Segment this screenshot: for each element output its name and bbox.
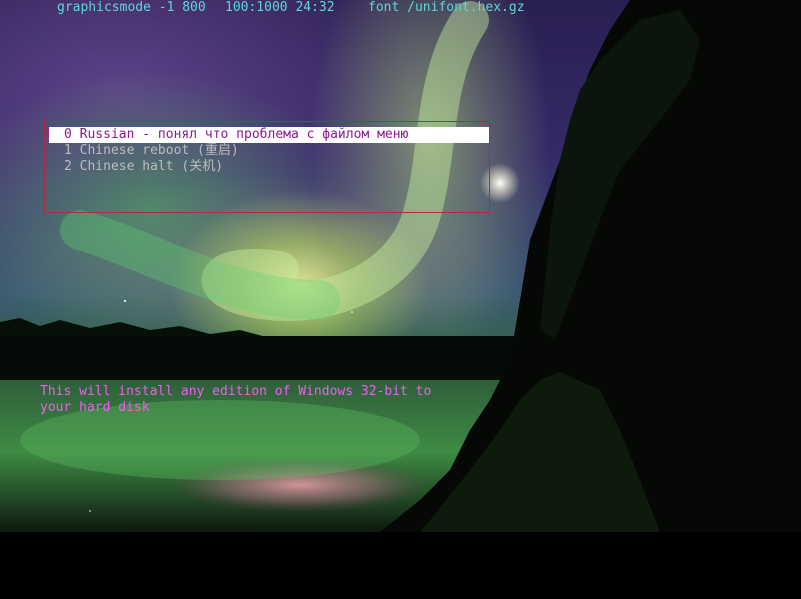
aurora-background-image (0, 0, 801, 532)
menu-item-description: This will install any edition of Windows… (40, 384, 470, 416)
boot-menu: 0 Russian - понял что проблема с файлом … (44, 121, 490, 213)
menu-item-chinese-reboot[interactable]: 1 Chinese reboot (重启) (49, 143, 489, 159)
resolution-timer-text: 100:1000 24:32 (225, 0, 335, 15)
font-path-text: font /unifont.hex.gz (368, 0, 525, 15)
landscape-silhouette (0, 0, 801, 532)
graphics-mode-text: graphicsmode -1 800 (57, 0, 206, 15)
description-line-2: your hard disk (40, 400, 150, 415)
menu-item-chinese-halt[interactable]: 2 Chinese halt (关机) (49, 159, 489, 175)
grub4dos-screen: graphicsmode -1 800 100:1000 24:32 font … (0, 0, 801, 599)
bottom-black-band (0, 532, 801, 599)
menu-item-russian[interactable]: 0 Russian - понял что проблема с файлом … (49, 127, 489, 143)
description-line-1: This will install any edition of Windows… (40, 384, 432, 399)
